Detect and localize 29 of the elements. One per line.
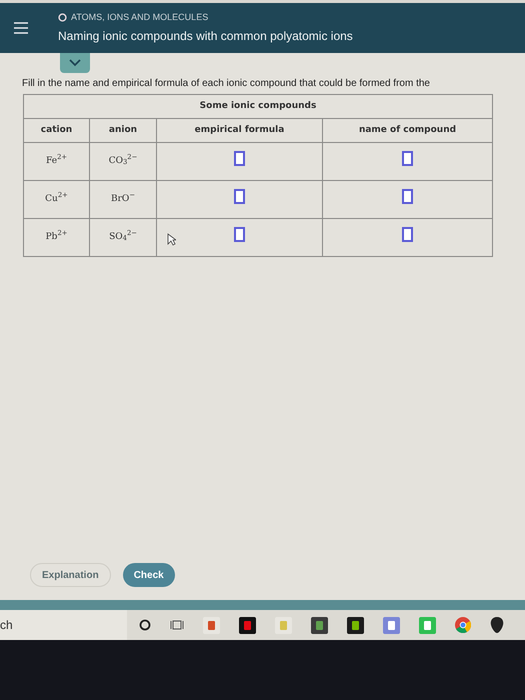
instruction-text: Fill in the name and empirical formula of each ionic compound that could be formed from the [22,77,431,91]
answer-box[interactable] [234,151,245,166]
task-view-icon[interactable] [170,619,184,631]
table-cell: Fe$^{2+}$ [24,142,90,180]
answer-box[interactable] [234,227,245,242]
answer-box[interactable] [402,189,413,204]
answer-box[interactable] [234,189,245,204]
chrome-icon[interactable] [455,617,471,633]
explanation-button[interactable]: Explanation [30,563,111,587]
search-field[interactable]: ch [0,610,127,640]
column-header: cation [24,118,90,142]
section-label: ATOMS, IONS AND MOLECULES [71,10,208,24]
check-button[interactable]: Check [122,563,175,587]
chevron-down-icon [69,59,81,67]
answer-box[interactable] [402,227,413,242]
menu-icon[interactable] [14,21,28,35]
column-header: empirical formula [156,118,322,142]
table-cell: Cu$^{2+}$ [24,180,90,218]
cursor-icon [167,233,176,246]
table-cell: BrO$^{−}$ [90,180,156,218]
column-header: name of compound [322,118,492,142]
table-cell: Pb$^{2+}$ [24,218,90,256]
answer-box[interactable] [402,151,413,166]
page-title: Naming ionic compounds with common polyatomic ions [58,28,353,46]
column-header: anion [90,118,156,142]
ring-icon[interactable] [139,619,151,631]
table-caption: Some ionic compounds [24,94,492,118]
collapse-button[interactable] [60,53,90,73]
ring-icon [58,13,67,22]
